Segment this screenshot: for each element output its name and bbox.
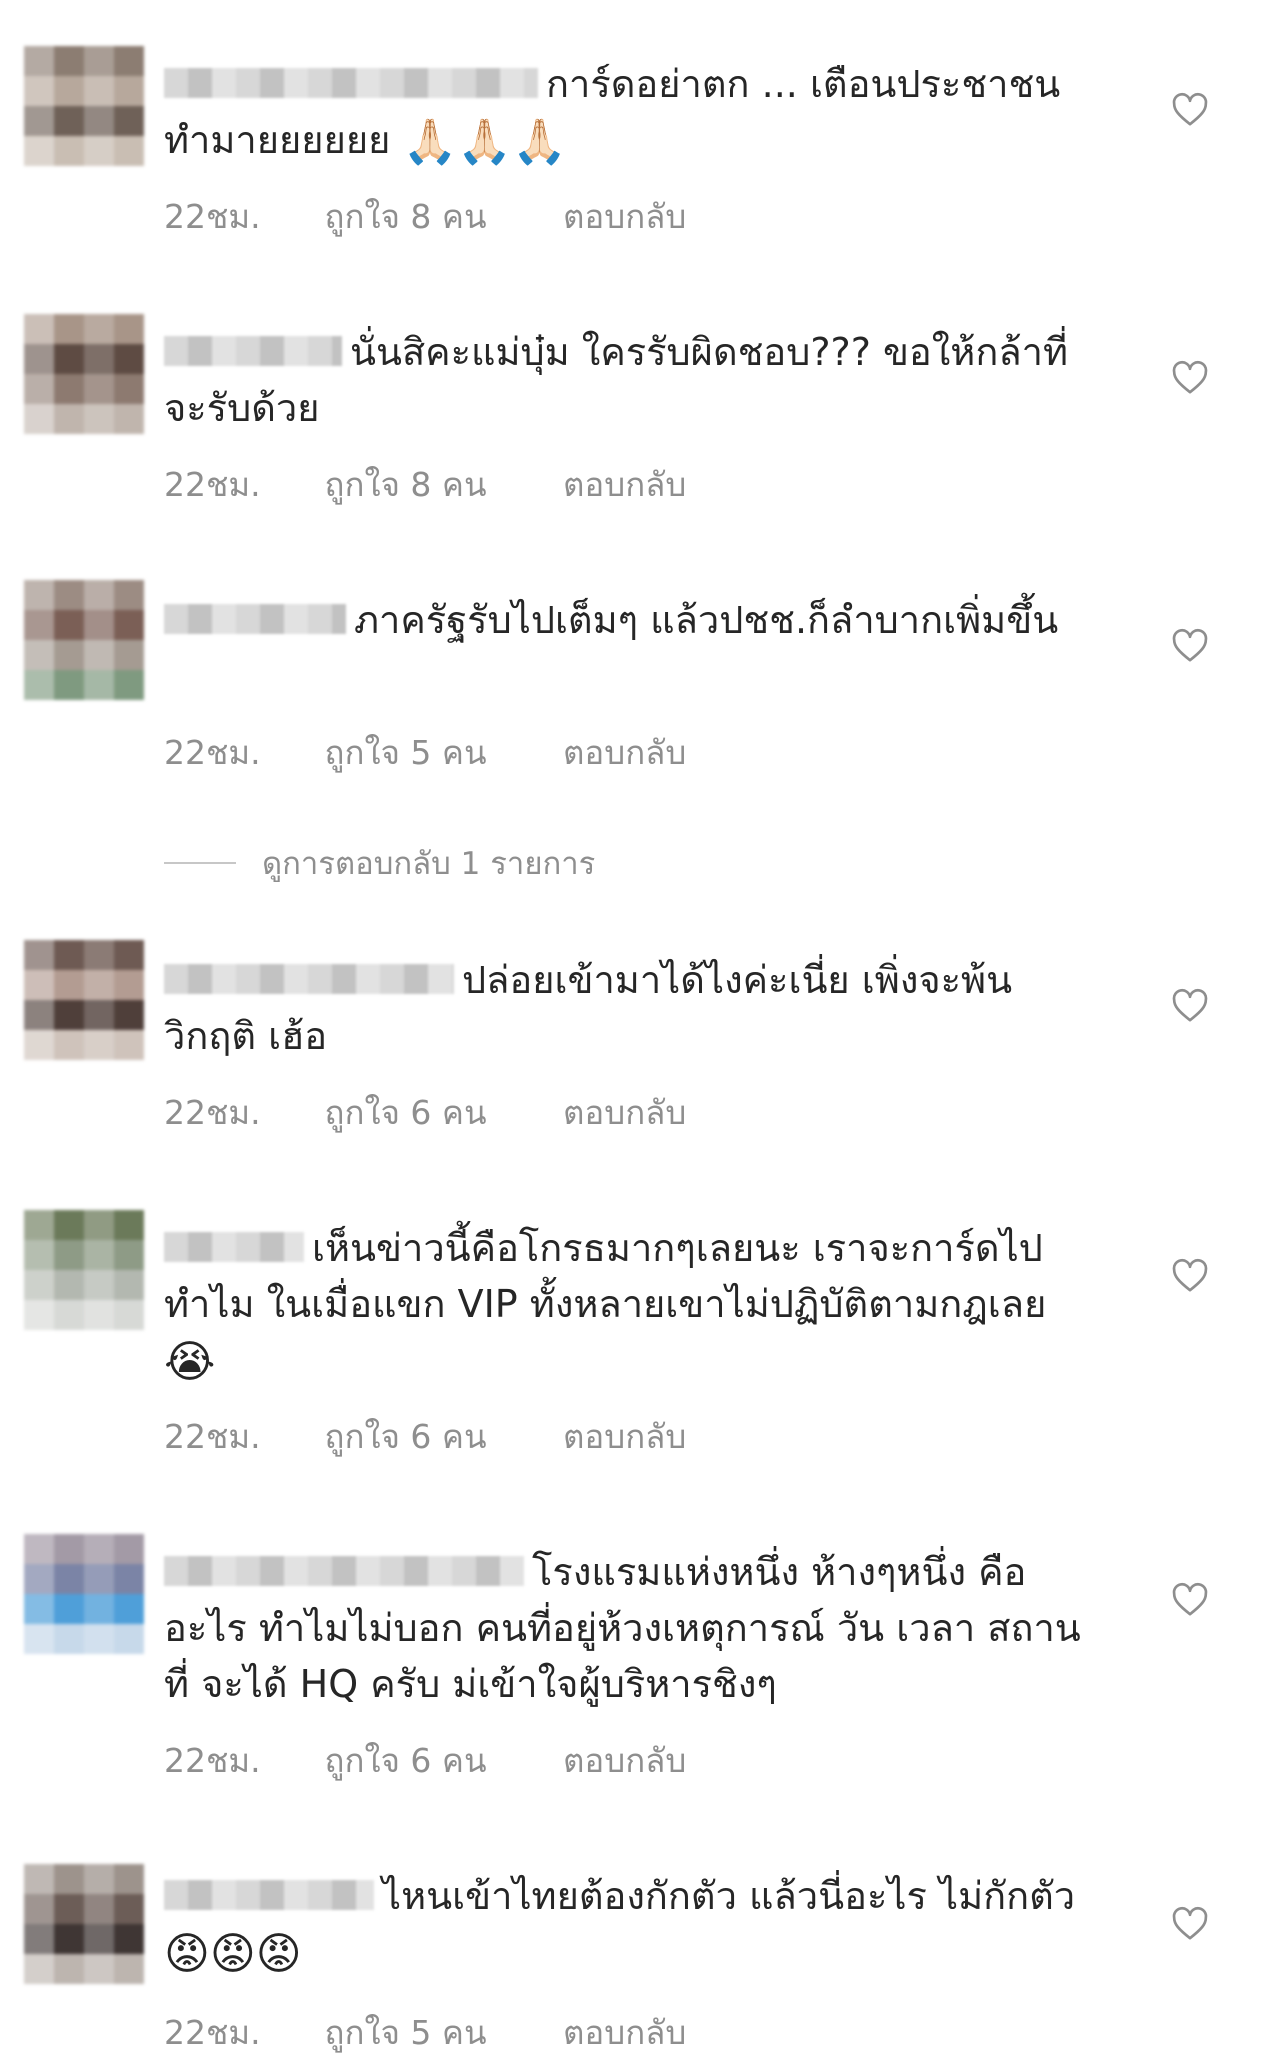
comment-time: 22ชม. — [164, 1417, 261, 1456]
avatar[interactable] — [24, 1534, 144, 1654]
comment-likes[interactable]: ถูกใจ 6 คน — [325, 1410, 553, 1463]
reply-button[interactable]: ตอบกลับ — [563, 1410, 686, 1463]
comment-body: ภาครัฐรับไปเต็มๆ แล้วปชช.ก็ลำบากเพิ่มขึ้… — [164, 592, 1104, 648]
comment-meta: 22ชม. ถูกใจ 6 คน ตอบกลับ — [164, 1086, 686, 1139]
reply-button[interactable]: ตอบกลับ — [563, 726, 686, 779]
comment-text: ภาครัฐรับไปเต็มๆ แล้วปชช.ก็ลำบากเพิ่มขึ้… — [354, 598, 1059, 642]
username-blurred[interactable] — [164, 603, 346, 634]
emoji-angry: 😡😡😡 — [164, 1928, 302, 1980]
username-blurred[interactable] — [164, 335, 342, 366]
avatar[interactable] — [24, 46, 144, 166]
avatar[interactable] — [24, 940, 144, 1060]
username-blurred[interactable] — [164, 1555, 524, 1586]
comment-body: นั่นสิคะแม่บุ๋ม ใครรับผิดชอบ??? ขอให้กล้… — [164, 324, 1104, 436]
reply-button[interactable]: ตอบกลับ — [563, 190, 686, 243]
heart-outline-icon[interactable] — [1170, 1580, 1210, 1620]
reply-button[interactable]: ตอบกลับ — [563, 458, 686, 511]
comment-time: 22ชม. — [164, 465, 261, 504]
username-blurred[interactable] — [164, 67, 538, 98]
comment-meta: 22ชม. ถูกใจ 6 คน ตอบกลับ — [164, 1734, 686, 1787]
comment-likes[interactable]: ถูกใจ 6 คน — [325, 1734, 553, 1787]
view-replies-label[interactable]: ดูการตอบกลับ 1 รายการ — [262, 838, 595, 888]
comment-body: การ์ดอย่าตก ... เตือนประชาชนทำมายยยยยย 🙏… — [164, 56, 1104, 171]
comment-body: เห็นข่าวนี้คือโกรธมากๆเลยนะ เราจะการ์ดไป… — [164, 1220, 1104, 1391]
comment-meta: 22ชม. ถูกใจ 5 คน ตอบกลับ — [164, 2006, 686, 2059]
heart-outline-icon[interactable] — [1170, 358, 1210, 398]
avatar[interactable] — [24, 1210, 144, 1330]
comment-likes[interactable]: ถูกใจ 6 คน — [325, 1086, 553, 1139]
avatar[interactable] — [24, 314, 144, 434]
heart-outline-icon[interactable] — [1170, 90, 1210, 130]
view-replies-link[interactable]: ดูการตอบกลับ 1 รายการ — [164, 838, 595, 888]
comment-time: 22ชม. — [164, 1093, 261, 1132]
comment-meta: 22ชม. ถูกใจ 5 คน ตอบกลับ — [164, 726, 686, 779]
heart-outline-icon[interactable] — [1170, 986, 1210, 1026]
comment-likes[interactable]: ถูกใจ 5 คน — [325, 2006, 553, 2059]
reply-button[interactable]: ตอบกลับ — [563, 2006, 686, 2059]
comment-meta: 22ชม. ถูกใจ 8 คน ตอบกลับ — [164, 458, 686, 511]
reply-button[interactable]: ตอบกลับ — [563, 1086, 686, 1139]
avatar[interactable] — [24, 1864, 144, 1984]
comment-time: 22ชม. — [164, 197, 261, 236]
comment-likes[interactable]: ถูกใจ 8 คน — [325, 190, 553, 243]
comment-body: โรงแรมแห่งหนึ่ง ห้างๆหนึ่ง คืออะไร ทำไมไ… — [164, 1544, 1104, 1712]
emoji-pray: 🙏🏻🙏🏻🙏🏻 — [402, 116, 567, 168]
avatar[interactable] — [24, 580, 144, 700]
comment-text: ไหนเข้าไทยต้องกักตัว แล้วนี่อะไร ไม่กักต… — [382, 1874, 1076, 1918]
reply-button[interactable]: ตอบกลับ — [563, 1734, 686, 1787]
comment-body: ปล่อยเข้ามาได้ไงค่ะเนี่ย เพิ่งจะพ้นวิกฤต… — [164, 952, 1104, 1064]
comment-meta: 22ชม. ถูกใจ 8 คน ตอบกลับ — [164, 190, 686, 243]
username-blurred[interactable] — [164, 1879, 374, 1910]
comment-likes[interactable]: ถูกใจ 5 คน — [325, 726, 553, 779]
comment-time: 22ชม. — [164, 1741, 261, 1780]
comment-meta: 22ชม. ถูกใจ 6 คน ตอบกลับ — [164, 1410, 686, 1463]
comment-body: ไหนเข้าไทยต้องกักตัว แล้วนี่อะไร ไม่กักต… — [164, 1868, 1104, 1983]
username-blurred[interactable] — [164, 963, 454, 994]
comment-likes[interactable]: ถูกใจ 8 คน — [325, 458, 553, 511]
replies-divider — [164, 862, 236, 864]
emoji-crying: 😭 — [164, 1336, 216, 1388]
heart-outline-icon[interactable] — [1170, 1904, 1210, 1944]
comment-time: 22ชม. — [164, 2013, 261, 2052]
heart-outline-icon[interactable] — [1170, 626, 1210, 666]
username-blurred[interactable] — [164, 1231, 304, 1262]
comment-time: 22ชม. — [164, 733, 261, 772]
heart-outline-icon[interactable] — [1170, 1256, 1210, 1296]
